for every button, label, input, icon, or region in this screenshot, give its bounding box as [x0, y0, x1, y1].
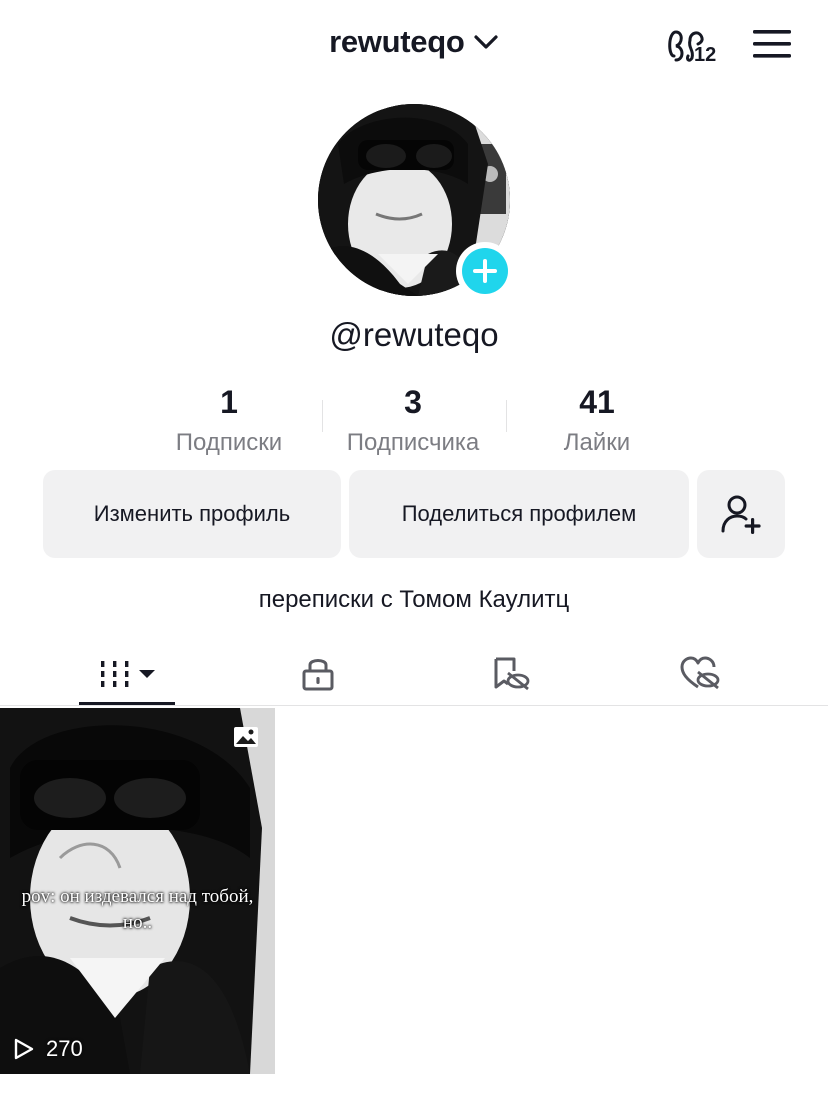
caret-down-icon [139, 670, 155, 678]
stat-following[interactable]: 1 Подписки [137, 384, 321, 457]
likes-label: Лайки [563, 429, 631, 456]
add-friends-button[interactable] [697, 470, 785, 558]
following-count: 1 [220, 384, 238, 420]
followers-label: Подписчика [346, 429, 480, 456]
tab-liked[interactable] [660, 640, 740, 706]
repost-hidden-icon [494, 657, 530, 691]
lock-icon [302, 659, 334, 691]
chevron-down-icon[interactable] [473, 33, 499, 51]
profile-handle: @rewuteqo [329, 316, 499, 353]
caption-line-2: но.. [122, 912, 153, 933]
edit-profile-button[interactable]: Изменить профиль [43, 470, 341, 558]
photo-icon [234, 727, 258, 747]
active-tab-indicator [79, 702, 175, 705]
username-title[interactable]: rewuteqo [329, 24, 465, 59]
play-icon [14, 1038, 34, 1060]
thumbnail-caption: pov: он издевался над тобой, но.. [0, 884, 275, 936]
following-label: Подписки [175, 429, 283, 456]
video-thumbnail[interactable]: pov: он издевался над тобой, но.. 270 [0, 708, 275, 1074]
stat-likes[interactable]: 41 Лайки [505, 384, 689, 457]
heart-hidden-icon [680, 656, 720, 690]
tab-private[interactable] [278, 640, 358, 706]
friends-badge-count: 12 [694, 44, 717, 66]
grid-icon [101, 661, 155, 687]
followers-count: 3 [404, 384, 422, 420]
stat-followers[interactable]: 3 Подписчика [321, 384, 505, 457]
profile-bio: переписки с Томом Каулитц [258, 586, 570, 613]
view-count-value: 270 [46, 1036, 83, 1061]
top-bar: rewuteqo 12 [0, 0, 828, 90]
share-profile-button[interactable]: Поделиться профилем [349, 470, 689, 558]
caption-line-1: pov: он издевался над тобой, [21, 886, 254, 907]
tab-reposts[interactable] [470, 640, 550, 706]
likes-count: 41 [579, 384, 615, 420]
view-count: 270 [12, 1036, 83, 1062]
profile-tabs [0, 640, 828, 706]
add-avatar-button[interactable] [456, 242, 514, 300]
plus-icon [473, 259, 497, 283]
menu-icon[interactable] [752, 28, 792, 60]
add-user-icon [721, 495, 761, 534]
tab-videos[interactable] [79, 640, 175, 706]
